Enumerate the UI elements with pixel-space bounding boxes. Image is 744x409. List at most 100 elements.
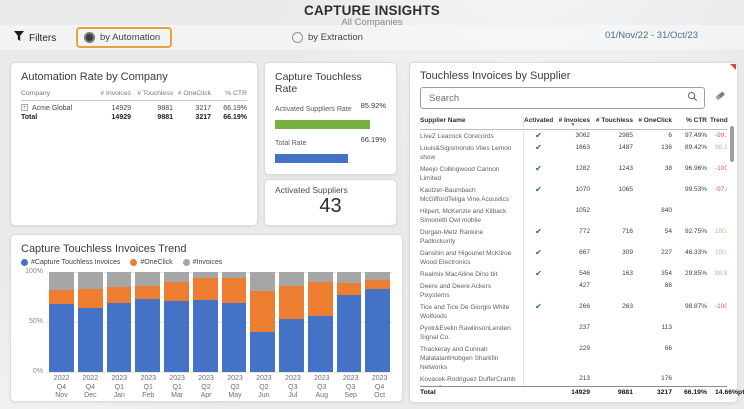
search-box[interactable]	[420, 87, 705, 109]
automation-table-row[interactable]: +Acme Global 14929 9881 3217 66.19%	[21, 101, 247, 113]
filters-button[interactable]: Filters	[14, 31, 56, 45]
eraser-icon[interactable]	[713, 89, 727, 107]
column-header-ctr[interactable]: % CTR	[675, 117, 707, 127]
bar-2022-q4-nov[interactable]	[49, 272, 74, 372]
activated-cell: ✔	[523, 184, 553, 205]
radio-by-automation[interactable]: by Automation	[76, 27, 172, 48]
invoices-cell: 266	[556, 301, 590, 322]
search-input[interactable]	[429, 93, 687, 104]
supplier-row[interactable]: Thackeray and Cunnah MalatalantHobgen Sh…	[420, 343, 727, 373]
legend-dot	[183, 259, 190, 266]
column-header-ctr[interactable]: % CTR	[215, 90, 247, 97]
bar-segment	[164, 272, 189, 282]
bar-segment	[250, 272, 275, 291]
touchless-cell	[593, 343, 633, 373]
bar-2023-q1-jan[interactable]	[107, 272, 132, 372]
bar-2023-q2-may[interactable]	[222, 272, 247, 372]
rate-metric-value: 66.19%	[361, 135, 386, 144]
y-axis-tick: 100%	[19, 268, 43, 275]
x-axis-label: 2022 Q4Nov	[49, 375, 74, 401]
bar-segment	[107, 303, 132, 372]
bar-2023-q3-sep[interactable]	[337, 272, 362, 372]
bar-2023-q2-jun[interactable]	[250, 272, 275, 372]
bar-segment	[250, 332, 275, 372]
invoices-cell: 772	[556, 226, 590, 247]
supplier-row[interactable]: LiveZ Leacock Corecords✔30622985697.49%-…	[420, 130, 727, 142]
radio-selected-icon	[84, 32, 95, 43]
supplier-row[interactable]: Tice and Tice De Giorgis White Wolfoods ✔…	[420, 301, 727, 322]
supplier-row[interactable]: Realmix MacAiline Dino bit✔54616335429.8…	[420, 268, 727, 280]
bar-2023-q3-aug[interactable]	[308, 272, 333, 372]
column-header-touchless[interactable]: # Touchless	[135, 90, 173, 97]
supplier-row[interactable]: Meejo Collingwood Cannon Limited✔1282124…	[420, 163, 727, 184]
column-header-oneclick[interactable]: # OneClick	[177, 90, 211, 97]
column-header-invoices[interactable]: # Invoices	[98, 90, 131, 97]
supplier-name-cell: Meejo Collingwood Cannon Limited	[420, 163, 520, 184]
column-header-invoices[interactable]: # Invoices▾	[556, 117, 590, 127]
column-header-activated[interactable]: Activated	[523, 117, 553, 127]
bar-2022-q4-dec[interactable]	[78, 272, 103, 372]
suppliers-table-body: LiveZ Leacock Corecords✔30622985697.49%-…	[420, 130, 727, 386]
supplier-row[interactable]: Hilpert, McKenzie and Kilback Simonetti …	[420, 205, 727, 226]
supplier-row[interactable]: Louis&Sigismondo Vlies Lemon show✔166314…	[420, 142, 727, 163]
expand-plus-icon[interactable]: +	[21, 104, 28, 111]
x-axis-label: 2023 Q1Mar	[165, 375, 190, 401]
bar-segment	[164, 301, 189, 372]
touchless-cell: 309	[593, 247, 633, 268]
oneclick-cell: 66	[636, 343, 672, 373]
ctr-cell	[675, 322, 707, 343]
supplier-row[interactable]: Kautzer-Baumbach McGiffordTeliga Vine Ac…	[420, 184, 727, 205]
touchless-cell	[593, 373, 633, 386]
column-header-oneclick[interactable]: # OneClick	[636, 117, 672, 127]
column-header-supplier-name[interactable]: Supplier Name	[420, 117, 520, 127]
ctr-cell	[675, 373, 707, 386]
legend-item[interactable]: #Capture Touchless Invoices	[21, 259, 120, 266]
supplier-row[interactable]: Durgan-Metz Rankine Padlockurity✔7727165…	[420, 226, 727, 247]
legend-item[interactable]: #OneClick	[130, 259, 172, 266]
x-axis-label: 2023 Q1Jan	[107, 375, 132, 401]
chart-plot-area: 100%50%0%	[47, 272, 392, 372]
sort-desc-icon: ▾	[556, 124, 590, 127]
bar-segment	[337, 272, 362, 283]
supplier-row[interactable]: Pyotr&Evelin RawlinsonLenden Signal Co.2…	[420, 322, 727, 343]
bar-2023-q3-jul[interactable]	[279, 272, 304, 372]
supplier-row[interactable]: Kovacek-Rodriguez DufferCramb Heart Co.2…	[420, 373, 727, 386]
rate-metric: Activated Suppliers Rate85.92%	[275, 104, 386, 129]
oneclick-cell: 54	[636, 226, 672, 247]
oneclick-cell: 38	[636, 163, 672, 184]
supplier-name-cell: Tice and Tice De Giorgis White Wolfoods	[420, 301, 520, 322]
bar-segment	[193, 278, 218, 300]
trend-cell: 98.89%pt	[710, 268, 727, 280]
supplier-name-cell: Hilpert, McKenzie and Kilback Simonetti …	[420, 205, 520, 226]
bar-2023-q1-feb[interactable]	[135, 272, 160, 372]
ctr-cell: 29.85%	[675, 268, 707, 280]
check-icon: ✔	[535, 302, 542, 311]
radio-by-extraction[interactable]: by Extraction	[292, 32, 363, 43]
bar-2023-q4-oct[interactable]	[365, 272, 390, 372]
bar-segment	[279, 319, 304, 372]
column-header-trend[interactable]: Trend	[710, 117, 728, 127]
column-header-company[interactable]: Company	[21, 90, 94, 97]
bar-2023-q1-mar[interactable]	[164, 272, 189, 372]
touchless-cell: 2985	[593, 130, 633, 142]
bar-segment	[222, 278, 247, 303]
ctr-cell: 96.96%	[675, 163, 707, 184]
y-axis-tick: 0%	[19, 368, 43, 375]
bar-2023-q2-apr[interactable]	[193, 272, 218, 372]
supplier-row[interactable]: Danshin and Higounet McKilroe Wood Elect…	[420, 247, 727, 268]
supplier-row[interactable]: Deere and Deere Ackers Pixystems42786	[420, 280, 727, 301]
bar-segment	[365, 272, 390, 280]
bar-segment	[222, 303, 247, 372]
table-scrollbar-thumb[interactable]	[730, 126, 734, 162]
activated-cell: ✔	[523, 247, 553, 268]
trend-cell	[710, 322, 727, 343]
legend-item[interactable]: #Invoices	[183, 259, 223, 266]
bar-segment	[135, 286, 160, 299]
supplier-name-cell: Kautzer-Baumbach McGiffordTeliga Vine Ac…	[420, 184, 520, 205]
suppliers-table-title: Touchless Invoices by Supplier	[420, 70, 727, 82]
invoices-cell: 1052	[556, 205, 590, 226]
oneclick-cell: 136	[636, 142, 672, 163]
legend-label: #Capture Touchless Invoices	[31, 259, 120, 266]
supplier-name-cell: Deere and Deere Ackers Pixystems	[420, 280, 520, 301]
column-header-touchless[interactable]: # Touchless	[593, 117, 633, 127]
